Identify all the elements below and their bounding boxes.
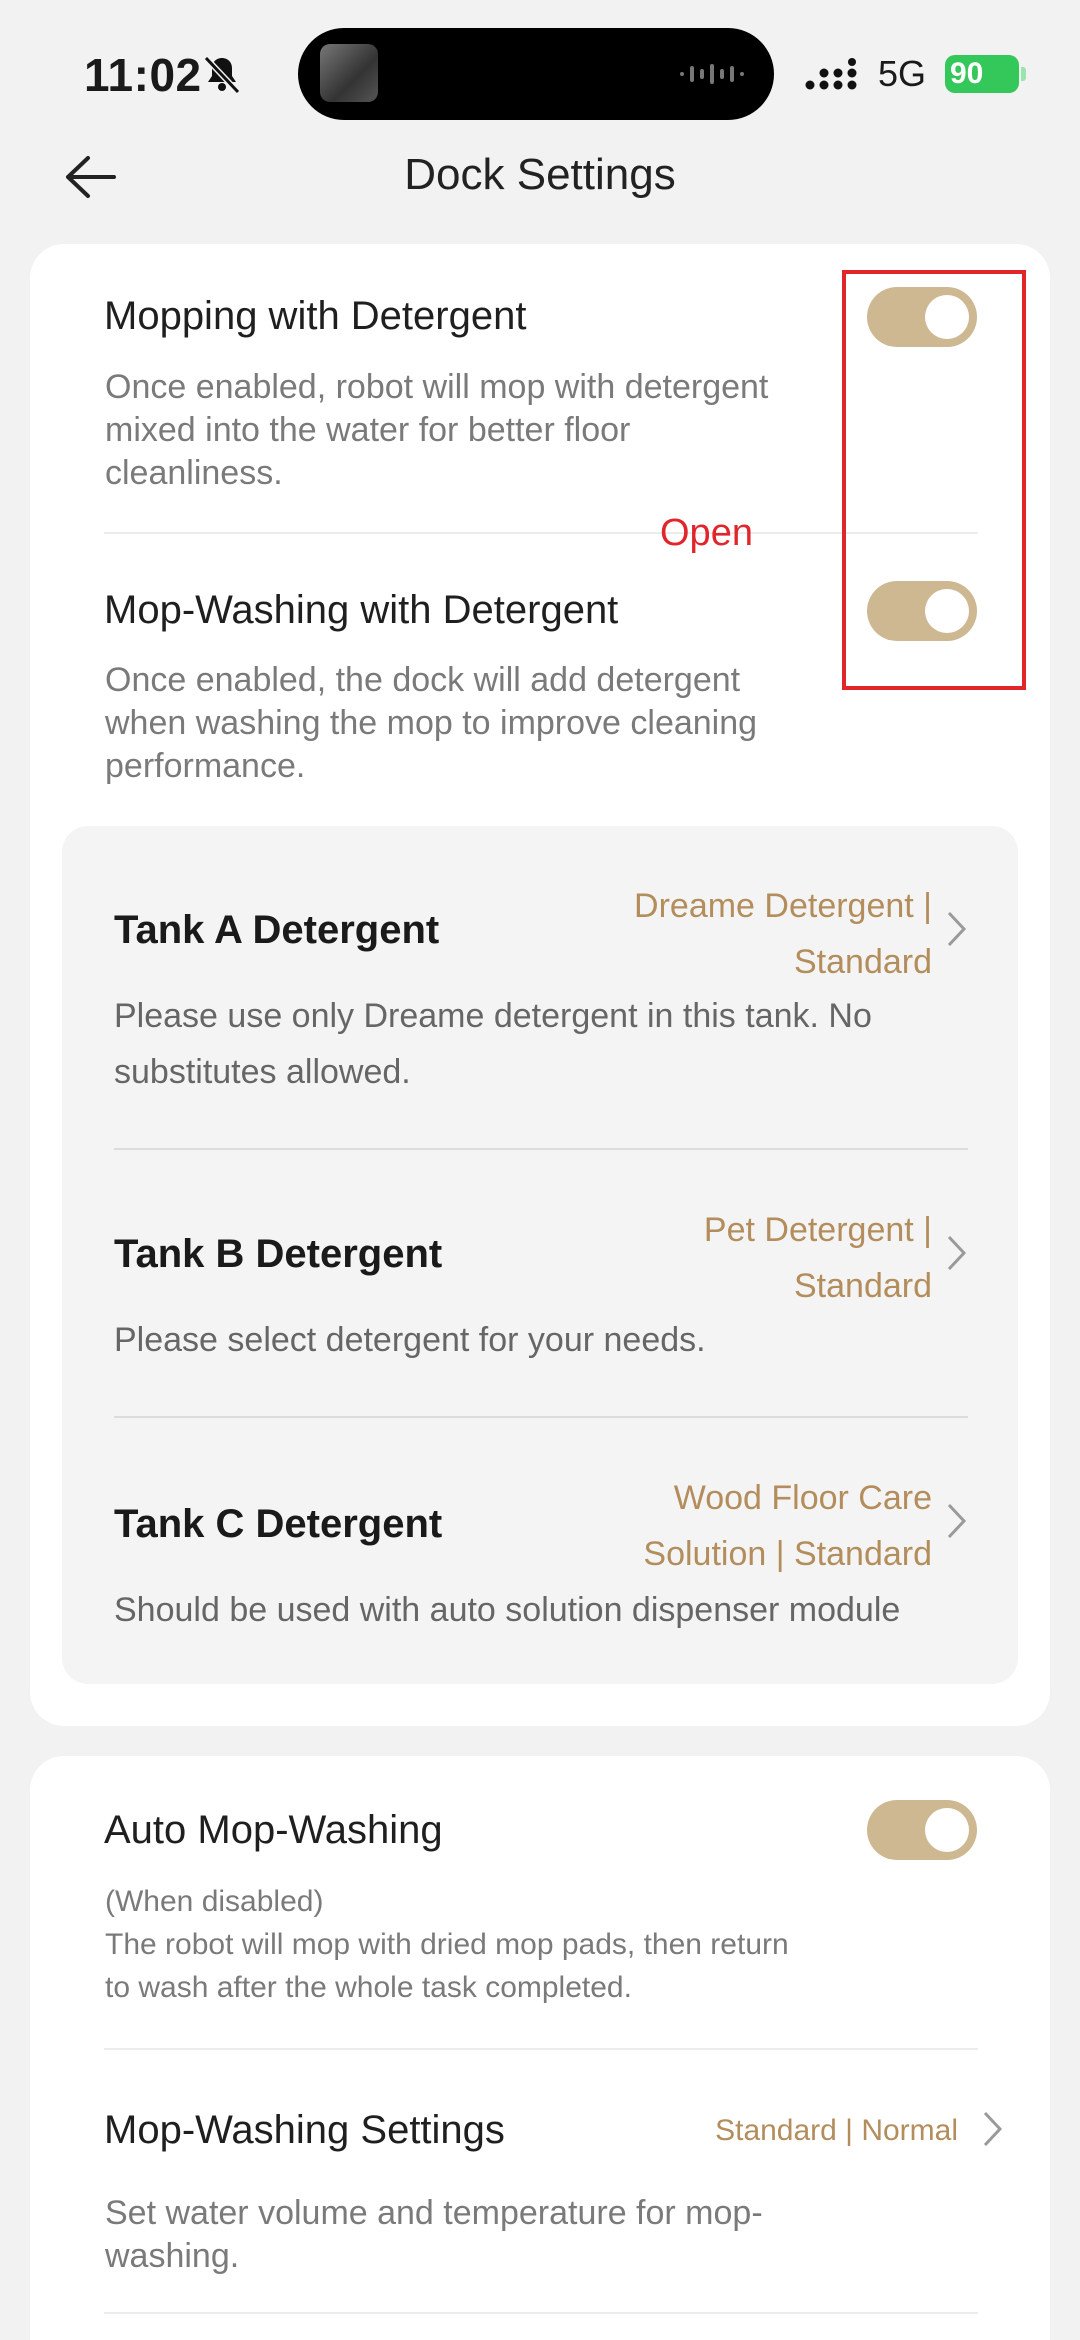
bell-muted-icon [203,55,241,95]
value-line: Wood Floor Care [673,1479,932,1517]
description-line: substitutes allowed. [114,1053,411,1091]
description-line: mixed into the water for better floor [105,411,631,449]
tank-divider [114,1416,968,1418]
mop-washing-settings-value: Standard | Normal [715,2114,958,2147]
cellular-signal-icon [805,58,857,90]
annotation-highlight-box [842,270,1026,690]
value-line: Pet Detergent | [703,1211,932,1249]
tank-c-value: Wood Floor Care Solution | Standard [552,1470,932,1582]
tank-a-description: Please use only Dreame detergent in this… [114,988,994,1100]
value-line: Standard [794,1267,932,1305]
chevron-right-icon [947,1235,967,1271]
chevron-right-icon [947,1503,967,1539]
tank-b-description: Please select detergent for your needs. [114,1312,994,1368]
description-line: Please select detergent for your needs. [114,1321,706,1359]
description-line: Once enabled, robot will mop with deterg… [105,368,769,406]
battery-indicator: 90 [945,55,1019,93]
description-line: Should be used with auto solution dispen… [114,1591,901,1629]
battery-tip [1021,67,1026,81]
battery-level: 90 [950,57,984,90]
description-line: Once enabled, the dock will add detergen… [105,661,741,699]
tank-divider [114,1148,968,1150]
description-line: Set water volume and temperature for mop… [105,2194,763,2232]
description-line: when washing the mop to improve cleaning [105,704,758,742]
status-time: 11:02 [84,49,202,101]
auto-mop-washing-title: Auto Mop-Washing [104,1808,443,1852]
tank-a-title: Tank A Detergent [114,908,440,952]
description-line: cleanliness. [105,454,283,492]
mop-washing-settings-description: Set water volume and temperature for mop… [105,2192,763,2278]
chevron-right-icon [947,911,967,947]
page-title: Dock Settings [404,150,676,199]
row-divider [104,2048,978,2050]
description-line: washing. [105,2237,240,2275]
mop-washing-detergent-title: Mop-Washing with Detergent [104,588,619,632]
mop-washing-card: Auto Mop-Washing (When disabled) The rob… [30,1756,1050,2340]
description-line: performance. [105,747,306,785]
tank-b-title: Tank B Detergent [114,1232,443,1276]
value-line: Standard [794,943,932,981]
annotation-label: Open [660,512,753,554]
description-line: Please use only Dreame detergent in this… [114,997,872,1035]
dynamic-island [298,28,774,120]
mopping-detergent-description: Once enabled, robot will mop with deterg… [105,366,768,495]
tank-a-value: Dreame Detergent | Standard [552,878,932,990]
tank-c-description: Should be used with auto solution dispen… [114,1582,994,1638]
status-bar: 11:02 5G 90 [0,0,1080,140]
mop-washing-detergent-description: Once enabled, the dock will add detergen… [105,659,757,788]
now-playing-thumbnail [320,44,378,102]
toggle-knob [925,1808,969,1852]
tank-c-title: Tank C Detergent [114,1502,443,1546]
chevron-right-icon [983,2111,1003,2147]
value-line: Dreame Detergent | [634,887,932,925]
tank-b-value: Pet Detergent | Standard [552,1202,932,1314]
row-divider [104,2312,978,2314]
mop-washing-settings-title: Mop-Washing Settings [104,2108,505,2152]
audio-wave-icon [680,64,744,84]
tank-detergent-panel: Tank A Detergent Dreame Detergent | Stan… [62,826,1018,1684]
description-line: The robot will mop with dried mop pads, … [105,1928,789,1961]
description-line: (When disabled) [105,1885,324,1918]
network-type: 5G [878,53,927,94]
mopping-detergent-title: Mopping with Detergent [104,294,527,338]
value-line: Solution | Standard [643,1535,932,1573]
auto-mop-washing-description: (When disabled) The robot will mop with … [105,1880,789,2009]
description-line: to wash after the whole task completed. [105,1971,632,2004]
auto-mop-washing-toggle[interactable] [867,1800,977,1860]
